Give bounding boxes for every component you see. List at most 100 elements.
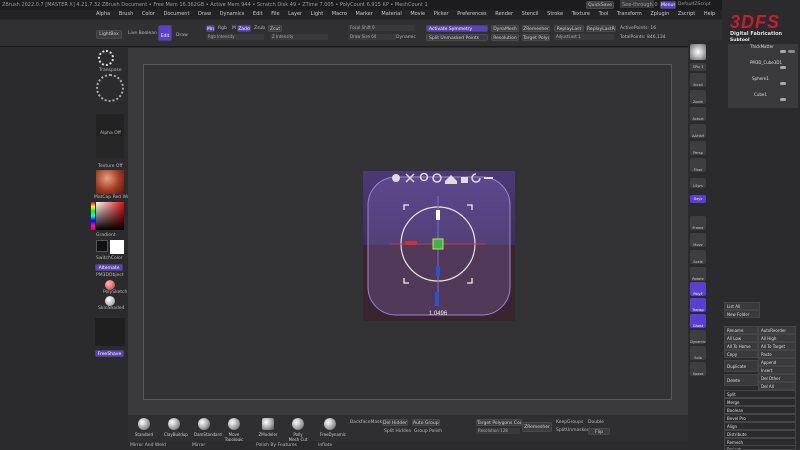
menu-stencil[interactable]: Stencil bbox=[522, 11, 539, 17]
transp-button[interactable]: Transp bbox=[690, 298, 706, 312]
zsub-button[interactable]: Zsub bbox=[254, 26, 265, 31]
auto-groups-button[interactable]: Auto Groups bbox=[412, 419, 440, 426]
zadd-button[interactable]: Zadd bbox=[237, 25, 251, 32]
zcut-button[interactable]: Zcut bbox=[268, 25, 282, 32]
menu-document[interactable]: Document bbox=[164, 11, 190, 17]
project-button[interactable]: Project bbox=[724, 445, 796, 450]
bevel-pro-button[interactable]: Bevel Pro bbox=[724, 414, 796, 422]
menu-transform[interactable]: Transform bbox=[617, 11, 642, 17]
persp-button[interactable]: Persp bbox=[690, 141, 706, 155]
menu-zscript[interactable]: Zscript bbox=[678, 11, 695, 17]
secondary-color-swatch[interactable] bbox=[110, 240, 124, 254]
minus-icon[interactable] bbox=[484, 177, 493, 179]
split-unmasked-button[interactable]: Split Unmasked Points bbox=[426, 34, 488, 41]
target-polygons-count-slider[interactable]: Target Polygons Count bbox=[476, 419, 522, 426]
all-high-button[interactable]: All High bbox=[758, 334, 796, 342]
menu-layer[interactable]: Layer bbox=[288, 11, 302, 17]
z-intensity-slider[interactable]: Z Intensity bbox=[270, 34, 328, 40]
menu-dynamics[interactable]: Dynamics bbox=[220, 11, 245, 17]
replay-last-button[interactable]: ReplayLast bbox=[554, 25, 584, 32]
solo-button[interactable]: Solo bbox=[690, 346, 706, 360]
menu-picker[interactable]: Picker bbox=[434, 11, 449, 17]
document-canvas[interactable]: 1.0496 bbox=[143, 64, 672, 400]
mirror-and-weld-button[interactable]: Mirror And Weld bbox=[130, 443, 166, 448]
brush-damstandard[interactable]: DamStandard bbox=[194, 418, 222, 442]
zremesher-button[interactable]: ZRemesher bbox=[522, 422, 552, 432]
brush-freedynamic[interactable]: FreeDynamic bbox=[320, 418, 346, 442]
freeshave-button[interactable]: FreeShave bbox=[95, 350, 124, 357]
eye-icon[interactable] bbox=[780, 98, 786, 101]
list-all-button[interactable]: List All bbox=[724, 302, 760, 310]
autoreorder-button[interactable]: AutoReorder bbox=[758, 326, 796, 334]
menu-zplugin[interactable]: Zplugin bbox=[650, 11, 669, 17]
zoom-button[interactable]: Zoom bbox=[690, 90, 706, 104]
hue-strip[interactable] bbox=[91, 202, 95, 230]
replay-last-rel-button[interactable]: ReplayLastRel bbox=[586, 25, 616, 32]
color-picker[interactable] bbox=[96, 202, 124, 230]
all-to-target-button[interactable]: All To Target bbox=[758, 342, 796, 350]
boolean-button[interactable]: Boolean bbox=[724, 406, 796, 414]
menu-edit[interactable]: Edit bbox=[253, 11, 263, 17]
double-toggle[interactable]: Double bbox=[588, 420, 604, 425]
all-to-home-button[interactable]: All To Home bbox=[724, 342, 758, 350]
menu-texture[interactable]: Texture bbox=[572, 11, 590, 17]
menu-light[interactable]: Light bbox=[311, 11, 323, 17]
split-unmasked-label[interactable]: SplitUnmasked bbox=[556, 428, 590, 433]
mrgb-button[interactable]: Mrgb bbox=[206, 25, 215, 32]
m-button[interactable]: M bbox=[232, 26, 236, 31]
merge-button[interactable]: Merge bbox=[724, 398, 796, 406]
mirror-button[interactable]: Mirror bbox=[192, 443, 205, 448]
dynamic-toggle[interactable]: Dynamic bbox=[396, 35, 416, 40]
frame-button[interactable]: Frame bbox=[690, 216, 706, 230]
insert-button[interactable]: Insert bbox=[758, 366, 796, 374]
menu-material[interactable]: Material bbox=[381, 11, 401, 17]
subtool-title[interactable]: Subtool bbox=[730, 38, 750, 43]
bpr-button[interactable]: BPR bbox=[690, 44, 706, 60]
brush-move-topologic[interactable]: Move Topologic bbox=[224, 418, 244, 442]
flip-button[interactable]: Flip bbox=[588, 428, 610, 435]
resolution-slider[interactable]: Resolution 128 bbox=[476, 428, 520, 434]
default-zscript-label[interactable]: DefaultZScript bbox=[678, 0, 711, 10]
menu-marker[interactable]: Marker bbox=[356, 11, 373, 17]
dynamic-button[interactable]: Dynamic bbox=[690, 330, 706, 344]
split-button[interactable]: Split bbox=[724, 390, 796, 398]
edit-button[interactable]: Edit bbox=[158, 25, 172, 41]
keep-groups-toggle[interactable]: KeepGroups bbox=[556, 420, 583, 425]
alternate-button[interactable]: Alternate bbox=[95, 264, 123, 271]
del-other-button[interactable]: Del Other bbox=[758, 374, 796, 382]
actual-button[interactable]: Actual bbox=[690, 107, 706, 121]
eye-icon[interactable] bbox=[780, 50, 786, 53]
menu-preferences[interactable]: Preferences bbox=[457, 11, 486, 17]
scale-button[interactable]: Scale bbox=[690, 250, 706, 264]
scroll-button[interactable]: Scroll bbox=[690, 73, 706, 87]
duplicate-button[interactable]: Duplicate bbox=[724, 360, 758, 372]
rename-button[interactable]: Rename bbox=[724, 326, 758, 334]
texture-preview[interactable] bbox=[96, 136, 124, 158]
viewport-svg[interactable]: 1.0496 bbox=[144, 65, 673, 401]
gear-icon[interactable] bbox=[392, 174, 400, 182]
gxyz-button[interactable]: Gxyz bbox=[690, 195, 706, 203]
floor-button[interactable]: Floor bbox=[690, 158, 706, 172]
append-button[interactable]: Append bbox=[758, 358, 796, 366]
distribute-button[interactable]: Distribute bbox=[724, 430, 796, 438]
dynamesh-button[interactable]: DynaMesh bbox=[491, 25, 519, 32]
menu-help[interactable]: Help bbox=[704, 11, 715, 17]
live-boolean-button[interactable]: Live Boolean bbox=[128, 31, 157, 36]
del-hidden-button[interactable]: Del Hidden bbox=[382, 419, 408, 426]
xpose-button[interactable]: Xpose bbox=[690, 362, 706, 376]
spix-button[interactable]: SPix 3 bbox=[690, 63, 706, 71]
resolution-button[interactable]: Resolution bbox=[491, 34, 519, 41]
toggle-icon[interactable] bbox=[788, 50, 795, 53]
menus-button[interactable]: Menus bbox=[660, 1, 676, 9]
brush-standard[interactable]: Standard bbox=[134, 418, 154, 442]
lsym-button[interactable]: LSym bbox=[690, 178, 706, 188]
ghost-button[interactable]: Ghost bbox=[690, 314, 706, 328]
polyf-button[interactable]: PolyF bbox=[690, 282, 706, 296]
zremesher-shelf-button[interactable]: ZRemesher bbox=[522, 25, 550, 32]
eye-icon[interactable] bbox=[780, 82, 786, 85]
target-polys-button[interactable]: Target Polygons bbox=[522, 34, 550, 41]
menu-macro[interactable]: Macro bbox=[332, 11, 347, 17]
menu-brush[interactable]: Brush bbox=[119, 11, 133, 17]
skinshade-icon[interactable] bbox=[105, 296, 115, 306]
seethrough-slider[interactable]: See-through 0 bbox=[620, 0, 658, 8]
